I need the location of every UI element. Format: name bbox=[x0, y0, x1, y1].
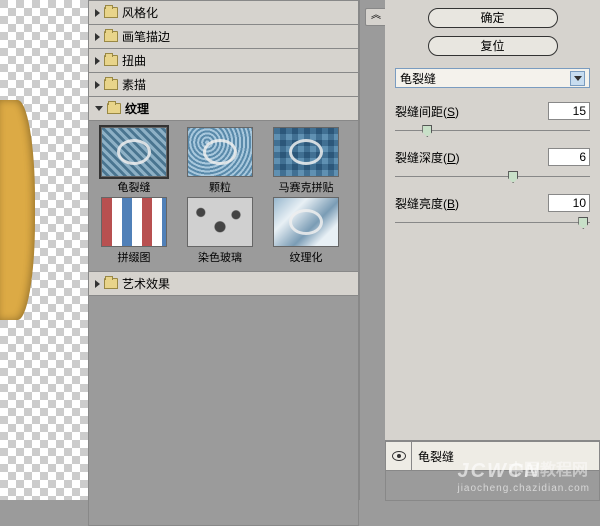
thumb-label: 纹理化 bbox=[267, 249, 345, 265]
dropdown-selected: 龟裂缝 bbox=[400, 70, 436, 87]
thumb-label: 颗粒 bbox=[181, 179, 259, 195]
category-label: 素描 bbox=[122, 76, 146, 93]
thumb-patchwork[interactable]: 拼缀图 bbox=[95, 197, 173, 265]
thumb-craquelure[interactable]: 龟裂缝 bbox=[95, 127, 173, 195]
thumb-preview bbox=[101, 197, 167, 247]
param-crack-spacing: 裂缝间距(S) bbox=[395, 102, 590, 120]
slider-thumb[interactable] bbox=[508, 171, 518, 183]
visibility-toggle[interactable] bbox=[386, 442, 412, 470]
category-label: 纹理 bbox=[125, 100, 149, 117]
slider-thumb[interactable] bbox=[578, 217, 588, 229]
brightness-slider[interactable] bbox=[395, 216, 590, 230]
thumb-stained-glass[interactable]: 染色玻璃 bbox=[181, 197, 259, 265]
filter-options-panel: 确定 复位 龟裂缝 裂缝间距(S) 裂缝深度(D) 裂缝亮度(B) bbox=[385, 0, 600, 500]
param-label: 裂缝亮度(B) bbox=[395, 195, 548, 212]
thumb-grain[interactable]: 颗粒 bbox=[181, 127, 259, 195]
spacing-slider[interactable] bbox=[395, 124, 590, 138]
thumb-preview bbox=[187, 197, 253, 247]
thumb-label: 拼缀图 bbox=[95, 249, 173, 265]
category-distort[interactable]: 扭曲 bbox=[88, 49, 359, 73]
thumb-preview bbox=[187, 127, 253, 177]
param-label: 裂缝深度(D) bbox=[395, 149, 548, 166]
category-brush-strokes[interactable]: 画笔描边 bbox=[88, 25, 359, 49]
thumb-label: 龟裂缝 bbox=[95, 179, 173, 195]
depth-input[interactable] bbox=[548, 148, 590, 166]
thumb-preview bbox=[273, 197, 339, 247]
collapse-icon bbox=[95, 106, 103, 111]
param-crack-depth: 裂缝深度(D) bbox=[395, 148, 590, 166]
reset-button[interactable]: 复位 bbox=[428, 36, 558, 56]
brightness-input[interactable] bbox=[548, 194, 590, 212]
effect-layer-row[interactable]: 龟裂缝 bbox=[385, 441, 600, 471]
chevron-down-icon bbox=[570, 71, 585, 86]
folder-icon bbox=[107, 103, 121, 114]
category-texture[interactable]: 纹理 bbox=[88, 97, 359, 121]
folder-icon bbox=[104, 31, 118, 42]
category-label: 画笔描边 bbox=[122, 28, 170, 45]
category-label: 风格化 bbox=[122, 4, 158, 21]
category-stylize[interactable]: 风格化 bbox=[88, 0, 359, 25]
depth-slider[interactable] bbox=[395, 170, 590, 184]
param-crack-brightness: 裂缝亮度(B) bbox=[395, 194, 590, 212]
thumb-label: 马赛克拼贴 bbox=[267, 179, 345, 195]
texture-thumbnails: 龟裂缝 颗粒 马赛克拼贴 拼缀图 染色玻璃 纹理化 bbox=[88, 121, 359, 272]
expand-icon bbox=[95, 57, 100, 65]
folder-icon bbox=[104, 79, 118, 90]
ok-button[interactable]: 确定 bbox=[428, 8, 558, 28]
spacing-input[interactable] bbox=[548, 102, 590, 120]
expand-icon bbox=[95, 280, 100, 288]
slider-track bbox=[395, 176, 590, 177]
eye-icon bbox=[392, 451, 406, 461]
param-label: 裂缝间距(S) bbox=[395, 103, 548, 120]
chevron-up-icon: ︽ bbox=[371, 10, 381, 21]
slider-thumb[interactable] bbox=[422, 125, 432, 137]
canvas-checker bbox=[0, 0, 88, 500]
folder-icon bbox=[104, 7, 118, 18]
folder-icon bbox=[104, 278, 118, 289]
thumb-mosaic-tiles[interactable]: 马赛克拼贴 bbox=[267, 127, 345, 195]
thumb-label: 染色玻璃 bbox=[181, 249, 259, 265]
expand-icon bbox=[95, 81, 100, 89]
thumb-preview bbox=[273, 127, 339, 177]
thumb-texturizer[interactable]: 纹理化 bbox=[267, 197, 345, 265]
effect-layers-panel: 龟裂缝 bbox=[385, 440, 600, 501]
filter-list-panel: 风格化 画笔描边 扭曲 素描 纹理 龟裂缝 颗粒 马赛克拼贴 bbox=[88, 0, 360, 500]
expand-icon bbox=[95, 9, 100, 17]
canvas-content-blob bbox=[0, 100, 35, 320]
list-empty-area bbox=[88, 296, 359, 526]
thumb-preview bbox=[101, 127, 167, 177]
collapse-panel-button[interactable]: ︽ bbox=[365, 8, 387, 26]
slider-track bbox=[395, 222, 590, 223]
category-sketch[interactable]: 素描 bbox=[88, 73, 359, 97]
category-label: 扭曲 bbox=[122, 52, 146, 69]
layer-empty-area bbox=[385, 471, 600, 501]
category-artistic[interactable]: 艺术效果 bbox=[88, 272, 359, 296]
expand-icon bbox=[95, 33, 100, 41]
filter-dropdown[interactable]: 龟裂缝 bbox=[395, 68, 590, 88]
layer-name: 龟裂缝 bbox=[412, 448, 454, 465]
category-label: 艺术效果 bbox=[122, 275, 170, 292]
folder-icon bbox=[104, 55, 118, 66]
